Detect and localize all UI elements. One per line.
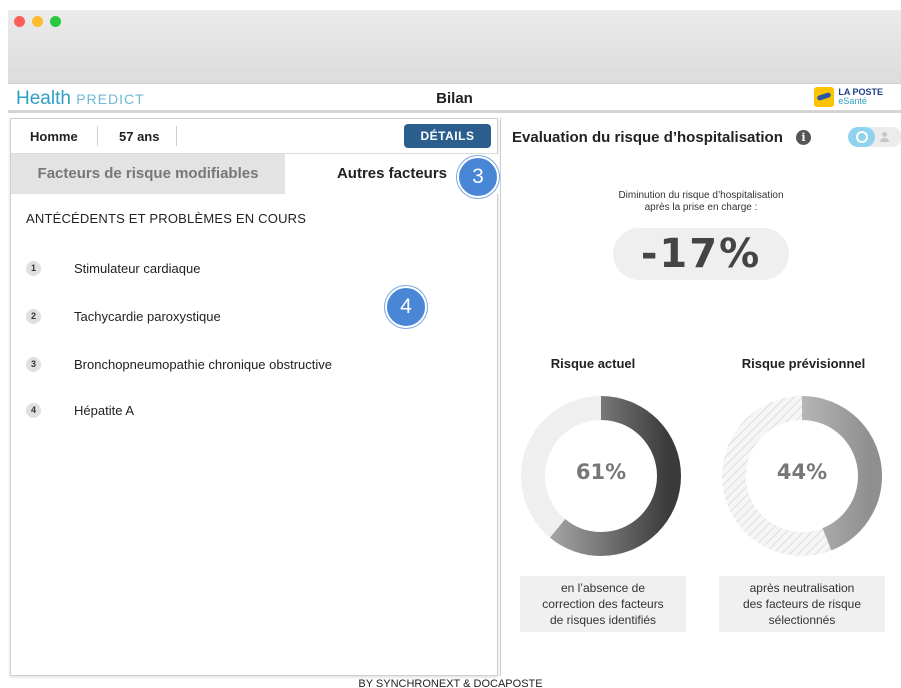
partner-subname: eSanté [838,96,867,106]
current-risk-label: Risque actuel [550,356,636,371]
forecast-risk-value: 44% [776,460,828,484]
window-titlebar [8,10,901,84]
page-title: Bilan [436,90,473,107]
partner-logo: LA POSTE eSanté [814,87,883,107]
item-number-badge: 3 [26,357,41,372]
zoom-window-button[interactable] [50,16,61,27]
la-poste-logo-icon [814,87,835,107]
close-window-button[interactable] [14,16,25,27]
reduction-description: Diminution du risque d’hospitalisation a… [501,190,901,214]
item-number-badge: 4 [26,403,41,418]
caption-line: en l’absence de [560,581,646,595]
caption-line: correction des facteurs [542,597,664,611]
person-icon[interactable] [880,132,890,142]
reduction-line-2: après la prise en charge : [644,202,758,213]
item-number-badge: 1 [26,261,41,276]
caption-line: après neutralisation [749,581,855,595]
list-item: 2 Tachycardie paroxystique [26,309,221,324]
list-item: 1 Stimulateur cardiaque [26,261,200,276]
current-risk-gauge: 61% [519,394,683,558]
item-label: Bronchopneumopathie chronique obstructiv… [74,357,333,372]
view-toggle[interactable] [848,127,901,147]
details-button[interactable]: DÉTAILS [404,124,491,148]
forecast-risk-gauge: 44% [720,394,884,558]
item-label: Tachycardie paroxystique [74,309,221,324]
footer-credits: BY SYNCHRONEXT & DOCAPOSTE [358,678,543,688]
item-label: Hépatite A [74,403,134,418]
stethoscope-icon[interactable] [848,127,875,147]
list-item: 4 Hépatite A [26,403,134,418]
current-risk-caption: en l’absence de correction des facteurs … [520,576,686,632]
right-panel: Evaluation du risque d’hospitalisation i… [500,118,901,676]
list-item: 3 Bronchopneumopathie chronique obstruct… [26,357,332,372]
evaluation-title: Evaluation du risque d’hospitalisation [512,129,783,146]
app-header: Health PREDICT Bilan LA POSTE eSanté [8,85,901,113]
current-risk-value: 61% [575,460,627,484]
step-marker-badge: 3 [457,156,499,198]
patient-sex: Homme [30,129,78,144]
tab-modifiable-risk-factors[interactable]: Facteurs de risque modifiables [11,154,285,194]
history-section-title: ANTÉCÉDENTS ET PROBLÈMES EN COURS [26,211,307,226]
forecast-risk-caption: après neutralisation des facteurs de ris… [719,576,885,632]
minimize-window-button[interactable] [32,16,43,27]
divider [97,126,98,146]
reduction-value: -17% [613,228,789,280]
item-number-badge: 2 [26,309,41,324]
info-icon[interactable]: i [796,130,811,145]
item-label: Stimulateur cardiaque [74,261,201,276]
caption-line: de risques identifiés [549,613,657,627]
patient-bar: Homme 57 ans DÉTAILS [11,119,497,154]
forecast-risk-label: Risque prévisionnel [741,356,866,371]
caption-line: sélectionnés [768,613,836,627]
reduction-line-1: Diminution du risque d’hospitalisation [618,190,784,201]
step-marker-badge: 4 [385,286,427,328]
patient-age: 57 ans [119,129,160,144]
left-panel: Homme 57 ans DÉTAILS Facteurs de risque … [10,118,499,676]
caption-line: des facteurs de risque [742,597,862,611]
tab-bar: Facteurs de risque modifiables Autres fa… [11,154,499,194]
divider [176,126,177,146]
